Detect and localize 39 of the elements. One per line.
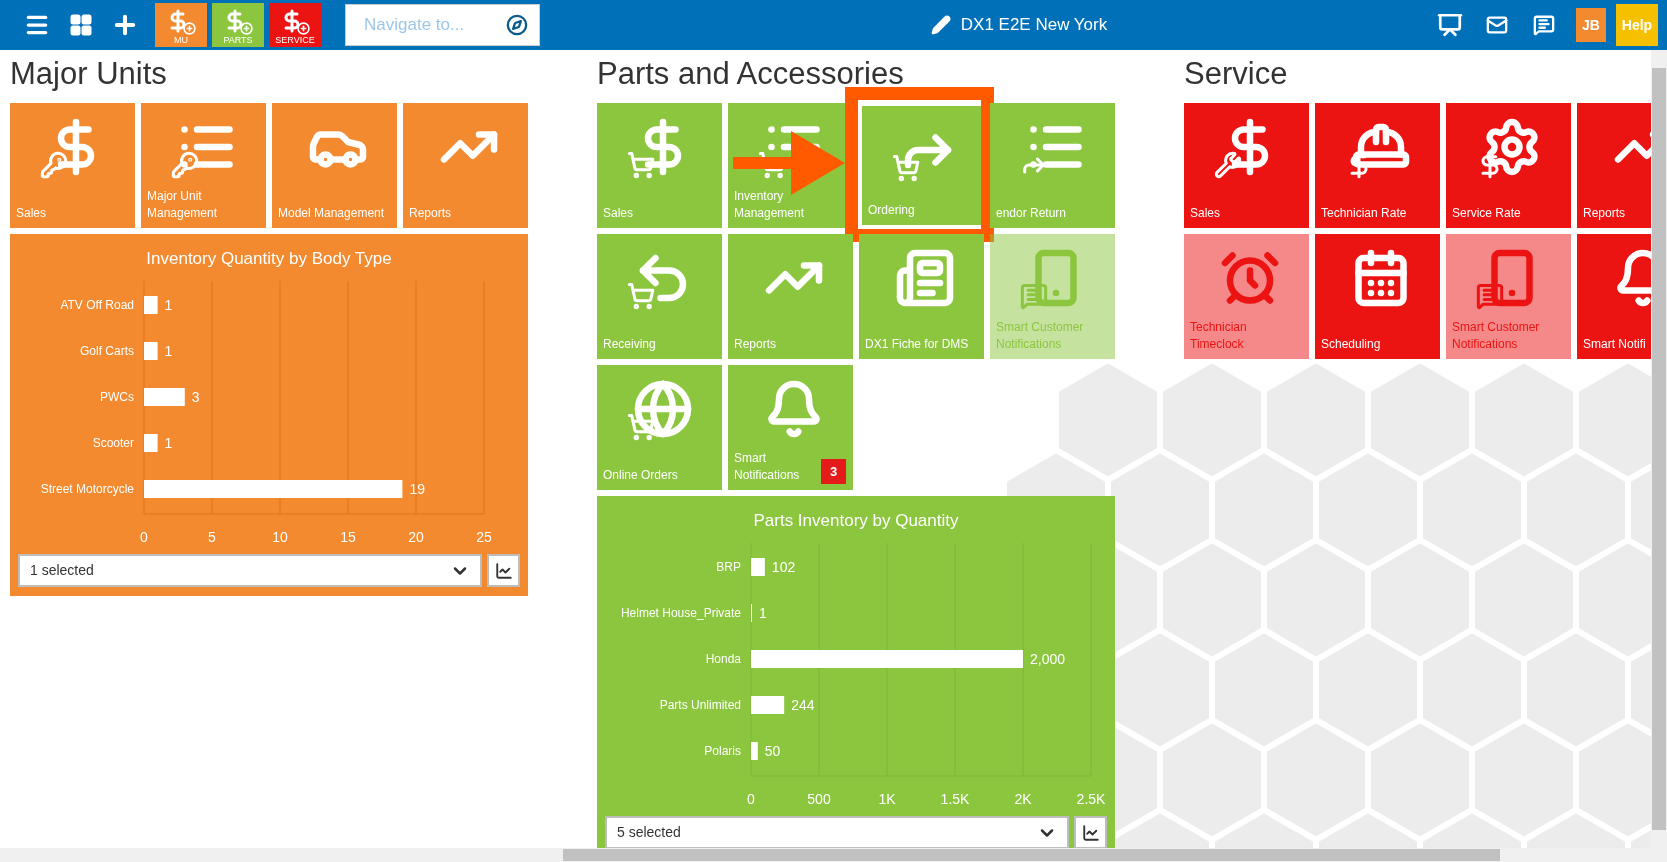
category-label: Golf Carts xyxy=(80,344,134,358)
value-label: 1 xyxy=(164,297,173,313)
category-label: Polaris xyxy=(704,744,741,758)
value-label: 1 xyxy=(164,435,173,451)
section-title: Major Units xyxy=(10,55,168,93)
value-label: 19 xyxy=(409,481,425,497)
section-title: Service xyxy=(1184,55,1289,93)
value-label: 244 xyxy=(791,697,815,713)
value-label: 102 xyxy=(771,559,796,575)
section-title: Parts and Accessories xyxy=(597,55,905,93)
value-label: 3 xyxy=(191,389,200,405)
chart-title: Parts Inventory by Quantity xyxy=(753,511,959,530)
axis-tick-label: 0 xyxy=(140,529,148,545)
category-label: ATV Off Road xyxy=(60,298,134,312)
value-label: 1 xyxy=(164,343,173,359)
store-title: DX1 E2E New York xyxy=(960,14,1108,37)
value-label: 1 xyxy=(759,605,767,621)
axis-tick-label: 25 xyxy=(476,529,492,545)
axis-tick-label: 15 xyxy=(340,529,356,545)
axis-tick-label: 500 xyxy=(807,791,831,807)
value-label: 2,000 xyxy=(1030,651,1066,667)
axis-tick-label: 1.5K xyxy=(940,791,970,807)
axis-tick-label: 20 xyxy=(408,529,424,545)
category-label: Parts Unlimited xyxy=(659,698,741,712)
value-label: 50 xyxy=(764,743,781,759)
category-label: BRP xyxy=(716,560,741,574)
count-badge: 3 xyxy=(821,459,846,484)
axis-tick-label: 2.5K xyxy=(1076,791,1106,807)
axis-tick-label: 10 xyxy=(272,529,288,545)
axis-tick-label: 1K xyxy=(878,791,896,807)
axis-tick-label: 0 xyxy=(747,791,755,807)
category-label: PWCs xyxy=(100,390,134,404)
category-label: Scooter xyxy=(92,436,134,450)
category-label: Street Motorcycle xyxy=(40,482,134,496)
category-label: Helmet House_Private xyxy=(620,606,741,620)
axis-tick-label: 2K xyxy=(1014,791,1032,807)
chart-title: Inventory Quantity by Body Type xyxy=(146,249,392,268)
axis-tick-label: 5 xyxy=(208,529,216,545)
category-label: Honda xyxy=(705,652,741,666)
